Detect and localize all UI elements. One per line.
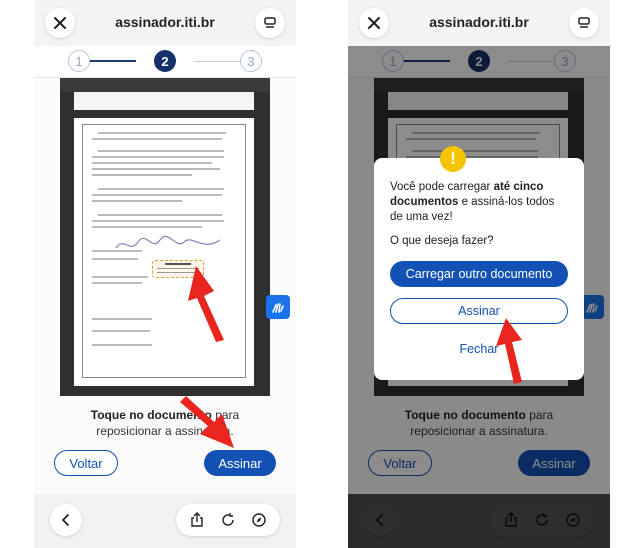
text-line (92, 138, 222, 140)
multi-document-dialog: Você pode carregar até cinco documentos … (374, 158, 584, 380)
compass-button[interactable] (248, 509, 270, 531)
phone-screen-right: assinador.iti.br 1 2 3 Toque no document… (348, 0, 610, 548)
compass-icon (251, 513, 266, 527)
browser-url: assinador.iti.br (115, 14, 215, 30)
dialog-close-button[interactable]: Fechar (390, 336, 568, 362)
step-2: 2 (154, 50, 176, 72)
dialog-message: Você pode carregar até cinco documentos … (390, 180, 568, 225)
upload-another-document-button[interactable]: Carregar outro documento (390, 261, 568, 287)
text-line (92, 168, 220, 170)
text-line (92, 330, 150, 332)
text-line (92, 318, 152, 320)
text-line (92, 156, 224, 158)
text-line (98, 132, 226, 134)
step-connector-done (90, 60, 136, 62)
browser-actions (176, 504, 280, 536)
viewer-toolbar (60, 78, 270, 92)
text-line (92, 282, 142, 284)
text-line (92, 258, 138, 260)
text-line (92, 174, 192, 176)
close-button[interactable] (359, 8, 389, 38)
share-icon (191, 512, 204, 527)
browser-url: assinador.iti.br (429, 14, 529, 30)
dialog-message-pre: Você pode carregar (390, 181, 494, 193)
back-chevron-icon (61, 514, 69, 526)
text-line (92, 220, 224, 222)
step-1: 1 (68, 50, 90, 72)
text-line (92, 162, 212, 164)
annotation-arrow (188, 266, 224, 342)
annotation-arrow (496, 318, 522, 384)
text-line (92, 276, 148, 278)
tabs-icon (578, 17, 590, 28)
close-icon (54, 17, 66, 29)
modal-backdrop-bottom (348, 494, 610, 548)
document-viewer[interactable] (60, 78, 270, 396)
handwritten-signature (115, 235, 221, 249)
stepper: 1 2 3 (34, 46, 296, 78)
text-line (92, 200, 182, 202)
sign-language-button[interactable] (266, 295, 290, 319)
sign-language-icon (272, 303, 284, 313)
text-line (92, 344, 152, 346)
text-line (98, 188, 224, 190)
text-line (92, 250, 142, 252)
close-icon (368, 17, 380, 29)
phone-screen-left: assinador.iti.br 1 2 3 Toque no document… (34, 0, 296, 548)
close-button[interactable] (45, 8, 75, 38)
dialog-question: O que deseja fazer? (390, 235, 494, 247)
tabs-button[interactable] (255, 8, 285, 38)
warning-icon: ! (440, 146, 466, 172)
browser-top-bar: assinador.iti.br (348, 0, 610, 46)
tabs-icon (264, 17, 276, 28)
share-button[interactable] (186, 509, 208, 531)
text-line (92, 226, 202, 228)
dialog-assinar-button[interactable]: Assinar (390, 298, 568, 324)
text-line (98, 150, 224, 152)
reload-button[interactable] (217, 509, 239, 531)
browser-top-bar: assinador.iti.br (34, 0, 296, 46)
text-line (92, 194, 222, 196)
previous-page-strip (74, 92, 254, 110)
step-connector (194, 61, 240, 62)
voltar-button[interactable]: Voltar (54, 450, 118, 476)
document-page[interactable] (74, 118, 254, 386)
browser-bottom-bar (34, 494, 296, 548)
tabs-button[interactable] (569, 8, 599, 38)
text-line (98, 214, 222, 216)
back-button[interactable] (50, 504, 82, 536)
annotation-arrow (180, 396, 234, 448)
step-3: 3 (240, 50, 262, 72)
reload-icon (222, 513, 234, 526)
